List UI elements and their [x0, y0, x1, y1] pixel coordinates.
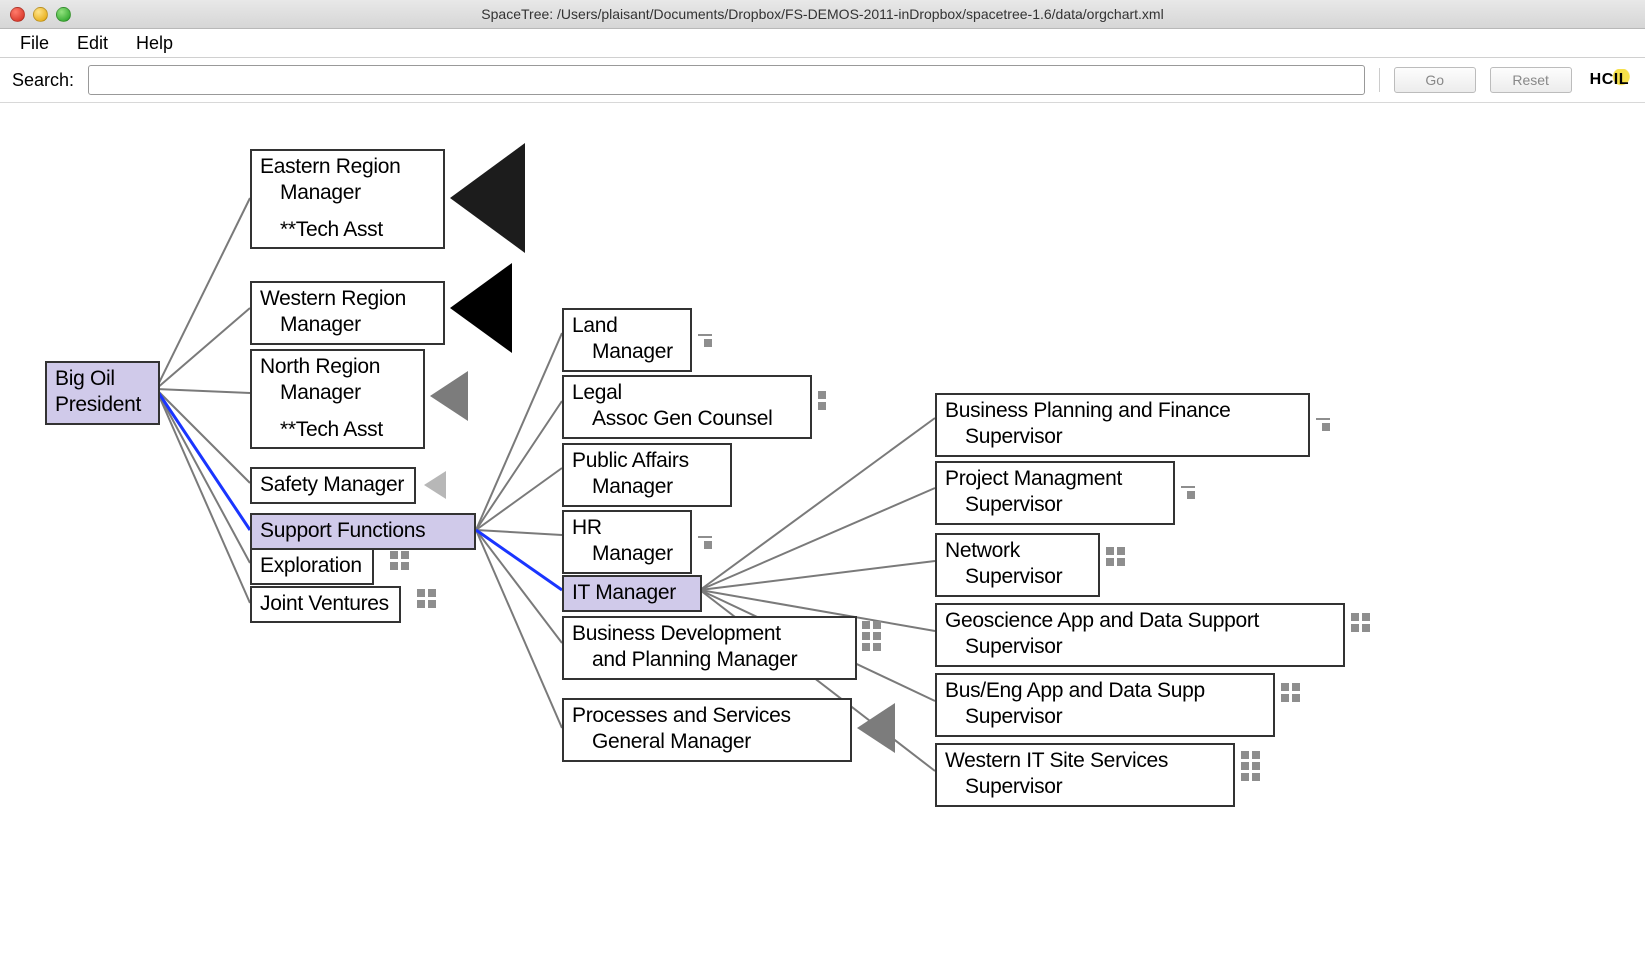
node-line2: Supervisor [945, 424, 1298, 450]
menu-edit[interactable]: Edit [77, 33, 108, 54]
collapsed-subtree-icon[interactable] [450, 263, 512, 353]
node-line2: Manager [572, 339, 680, 365]
search-input[interactable] [88, 65, 1365, 95]
node-joint-ventures[interactable]: Joint Ventures [250, 586, 401, 623]
children-preview-icon [1106, 547, 1125, 566]
node-business-planning-finance-supervisor[interactable]: Business Planning and Finance Supervisor [935, 393, 1310, 457]
window-title: SpaceTree: /Users/plaisant/Documents/Dro… [0, 6, 1645, 22]
collapsed-subtree-icon[interactable] [857, 703, 895, 753]
node-western-region-manager[interactable]: Western Region Manager [250, 281, 445, 345]
tree-edges [0, 103, 1645, 959]
node-project-managment-supervisor[interactable]: Project Managment Supervisor [935, 461, 1175, 525]
node-line2: Supervisor [945, 774, 1223, 800]
window-controls [10, 7, 71, 22]
node-north-region-manager[interactable]: North Region Manager **Tech Asst [250, 349, 425, 449]
children-preview-icon [390, 551, 409, 570]
node-line2: and Planning Manager [572, 647, 845, 673]
node-network-supervisor[interactable]: Network Supervisor [935, 533, 1100, 597]
children-preview-icon [1281, 683, 1300, 702]
node-line2: Manager [572, 541, 680, 567]
tree-canvas[interactable]: Big Oil President Eastern Region Manager… [0, 103, 1645, 959]
children-preview-icon [1241, 751, 1260, 781]
node-land-manager[interactable]: Land Manager [562, 308, 692, 372]
node-line2: Assoc Gen Counsel [572, 406, 800, 432]
children-preview-icon [1316, 415, 1330, 431]
node-line1: Bus/Eng App and Data Supp [945, 678, 1263, 704]
node-line2: Supervisor [945, 704, 1263, 730]
menu-bar: File Edit Help [0, 29, 1645, 58]
node-line1: Western Region [260, 286, 433, 312]
node-line1: Exploration [260, 553, 362, 579]
node-line1: Safety Manager [260, 472, 404, 498]
reset-button[interactable]: Reset [1490, 67, 1572, 93]
node-exploration[interactable]: Exploration [250, 548, 374, 585]
node-line1: IT Manager [572, 580, 690, 606]
node-hr-manager[interactable]: HR Manager [562, 510, 692, 574]
children-preview-icon [1351, 613, 1370, 632]
node-line1: Network [945, 538, 1088, 564]
node-line1: Big Oil [55, 366, 148, 392]
node-public-affairs-manager[interactable]: Public Affairs Manager [562, 443, 732, 507]
node-line2: Supervisor [945, 564, 1088, 590]
node-line1: Geoscience App and Data Support [945, 608, 1333, 634]
minimize-icon[interactable] [33, 7, 48, 22]
menu-help[interactable]: Help [136, 33, 173, 54]
children-preview-icon [698, 331, 712, 347]
children-preview-icon [417, 589, 436, 608]
node-processes-services-general-manager[interactable]: Processes and Services General Manager [562, 698, 852, 762]
children-preview-icon [818, 391, 826, 410]
node-line1: Western IT Site Services [945, 748, 1223, 774]
divider [1379, 68, 1380, 92]
node-line1: Business Development [572, 621, 845, 647]
node-support-functions[interactable]: Support Functions [250, 513, 476, 550]
node-it-manager[interactable]: IT Manager [562, 575, 702, 612]
node-geoscience-app-supervisor[interactable]: Geoscience App and Data Support Supervis… [935, 603, 1345, 667]
node-western-it-site-services-supervisor[interactable]: Western IT Site Services Supervisor [935, 743, 1235, 807]
go-button[interactable]: Go [1394, 67, 1476, 93]
node-line2: Manager [260, 312, 433, 338]
children-preview-icon [1181, 483, 1195, 499]
node-line1: Business Planning and Finance [945, 398, 1298, 424]
search-bar: Search: Go Reset HCIL [0, 58, 1645, 103]
node-line2: Manager [260, 180, 433, 206]
node-line1: Processes and Services [572, 703, 840, 729]
children-preview-icon [698, 533, 712, 549]
node-line2: Supervisor [945, 634, 1333, 660]
node-line2: Manager [260, 380, 413, 406]
node-line1: Joint Ventures [260, 591, 389, 617]
collapsed-subtree-icon[interactable] [450, 143, 525, 253]
node-line3: **Tech Asst [260, 417, 413, 443]
collapsed-subtree-icon[interactable] [430, 371, 468, 421]
menu-file[interactable]: File [20, 33, 49, 54]
node-line2: General Manager [572, 729, 840, 755]
node-line1: North Region [260, 354, 413, 380]
node-line1: HR [572, 515, 680, 541]
node-line2: Supervisor [945, 492, 1163, 518]
node-line1: Project Managment [945, 466, 1163, 492]
hcil-logo: HCIL [1586, 69, 1633, 91]
node-line1: Land [572, 313, 680, 339]
node-business-development-manager[interactable]: Business Development and Planning Manage… [562, 616, 857, 680]
node-line1: Public Affairs [572, 448, 720, 474]
close-icon[interactable] [10, 7, 25, 22]
node-line2: President [55, 392, 148, 418]
node-line1: Support Functions [260, 518, 464, 544]
node-big-oil-president[interactable]: Big Oil President [45, 361, 160, 425]
search-label: Search: [12, 70, 74, 91]
children-preview-icon [862, 621, 881, 651]
node-line1: Legal [572, 380, 800, 406]
zoom-icon[interactable] [56, 7, 71, 22]
node-eastern-region-manager[interactable]: Eastern Region Manager **Tech Asst [250, 149, 445, 249]
node-legal-assoc-gen-counsel[interactable]: Legal Assoc Gen Counsel [562, 375, 812, 439]
node-line3: **Tech Asst [260, 217, 433, 243]
node-safety-manager[interactable]: Safety Manager [250, 467, 416, 504]
window-title-bar: SpaceTree: /Users/plaisant/Documents/Dro… [0, 0, 1645, 29]
node-line1: Eastern Region [260, 154, 433, 180]
node-bus-eng-app-supervisor[interactable]: Bus/Eng App and Data Supp Supervisor [935, 673, 1275, 737]
collapsed-subtree-icon[interactable] [424, 471, 446, 499]
node-line2: Manager [572, 474, 720, 500]
